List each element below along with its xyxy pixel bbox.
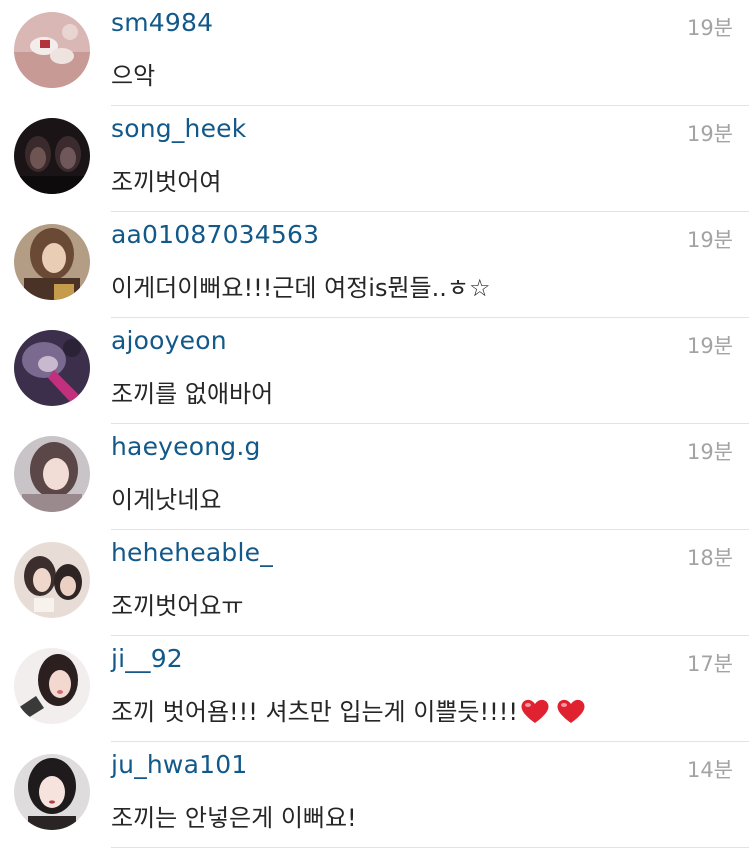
comment-username[interactable]: heheheable_ xyxy=(111,538,273,567)
heart-icon xyxy=(521,699,549,723)
comment-timestamp: 19분 xyxy=(686,440,733,464)
avatar-image xyxy=(14,12,90,88)
avatar[interactable] xyxy=(14,330,90,406)
avatar-image xyxy=(14,436,90,512)
comment-text: 조끼는 안넣은게 이뻐요! xyxy=(111,804,357,832)
comment-timestamp: 14분 xyxy=(686,758,733,782)
comment-text: 조끼 벗어욤!!! 셔츠만 입는게 이쁠듯!!!! xyxy=(111,698,518,726)
comment-item: song_heek 19분 조끼벗어여 xyxy=(0,106,749,212)
avatar[interactable] xyxy=(14,436,90,512)
avatar[interactable] xyxy=(14,542,90,618)
avatar[interactable] xyxy=(14,754,90,830)
comment-text: 조끼벗어여 xyxy=(111,168,222,196)
comment-list: sm4984 19분 으악 song_heek 19분 조끼벗어여 aa0108… xyxy=(0,0,749,851)
comment-username[interactable]: aa01087034563 xyxy=(111,220,319,249)
comment-timestamp: 19분 xyxy=(686,16,733,40)
comment-text: 조끼를 없애바어 xyxy=(111,380,274,408)
comment-text: 조끼벗어요ㅠ xyxy=(111,592,244,620)
comment-item: ajooyeon 19분 조끼를 없애바어 xyxy=(0,318,749,424)
comment-item: ji__92 17분 조끼 벗어욤!!! 셔츠만 입는게 이쁠듯!!!! xyxy=(0,636,749,742)
heart-icon xyxy=(557,699,585,723)
avatar-image xyxy=(14,648,90,724)
comment-timestamp: 19분 xyxy=(686,228,733,252)
comment-item: ju_hwa101 14분 조끼는 안넣은게 이뻐요! xyxy=(0,742,749,848)
divider xyxy=(111,847,749,848)
comment-timestamp: 17분 xyxy=(686,652,733,676)
comment-timestamp: 19분 xyxy=(686,122,733,146)
comment-username[interactable]: ju_hwa101 xyxy=(111,750,247,779)
comment-text: 으악 xyxy=(111,62,156,90)
avatar[interactable] xyxy=(14,648,90,724)
avatar-image xyxy=(14,754,90,830)
comment-item: aa01087034563 19분 이게더이뻐요!!!근데 여정is뭔들..ㅎ☆ xyxy=(0,212,749,318)
comment-username[interactable]: ajooyeon xyxy=(111,326,227,355)
comment-item: haeyeong.g 19분 이게낫네요 xyxy=(0,424,749,530)
avatar-image xyxy=(14,542,90,618)
avatar[interactable] xyxy=(14,118,90,194)
comment-username[interactable]: haeyeong.g xyxy=(111,432,261,461)
comment-timestamp: 18분 xyxy=(686,546,733,570)
comment-item: heheheable_ 18분 조끼벗어요ㅠ xyxy=(0,530,749,636)
comment-text: 이게더이뻐요!!!근데 여정is뭔들..ㅎ☆ xyxy=(111,274,491,302)
avatar-image xyxy=(14,330,90,406)
avatar[interactable] xyxy=(14,12,90,88)
avatar-image xyxy=(14,118,90,194)
comment-username[interactable]: song_heek xyxy=(111,114,246,143)
avatar-image xyxy=(14,224,90,300)
comment-text: 이게낫네요 xyxy=(111,486,222,514)
comment-username[interactable]: ji__92 xyxy=(111,644,183,673)
avatar[interactable] xyxy=(14,224,90,300)
comment-timestamp: 19분 xyxy=(686,334,733,358)
comment-text-row: 조끼 벗어욤!!! 셔츠만 입는게 이쁠듯!!!! xyxy=(111,692,586,727)
comment-item: sm4984 19분 으악 xyxy=(0,0,749,106)
comment-username[interactable]: sm4984 xyxy=(111,8,213,37)
